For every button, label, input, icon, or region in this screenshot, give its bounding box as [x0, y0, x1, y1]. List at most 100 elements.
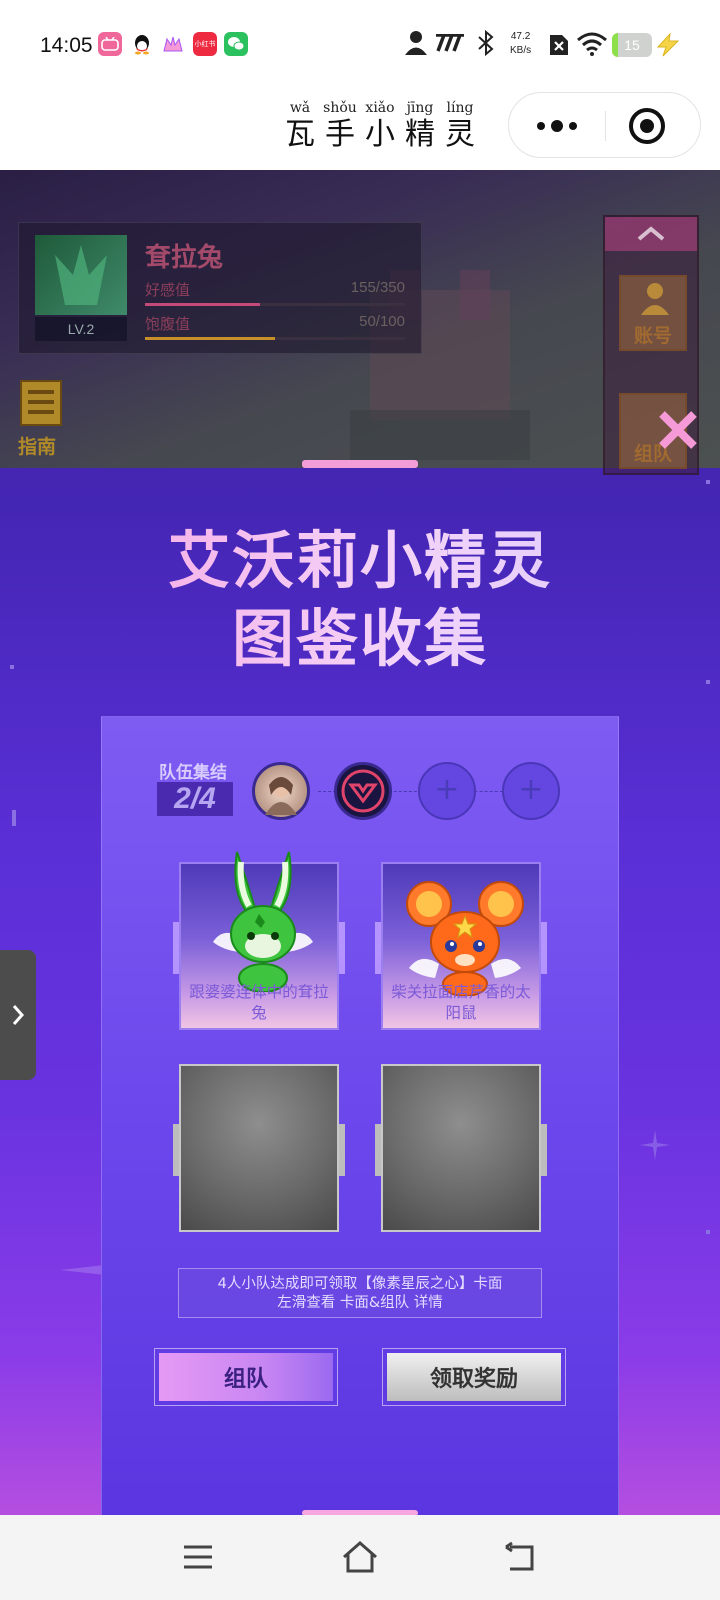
bluetooth-icon — [476, 29, 496, 60]
guide-button[interactable] — [20, 380, 64, 428]
wechat-app-icon — [224, 32, 248, 56]
title-pinyin: shǒu — [323, 100, 357, 116]
menu-icon — [184, 1545, 212, 1569]
guide-label[interactable]: 指南 — [18, 432, 56, 459]
card-bracket — [173, 1124, 179, 1176]
title-pinyin: wǎ — [289, 100, 311, 116]
status-time: 14:05 — [40, 34, 93, 57]
title-pinyin: xiǎo — [365, 100, 395, 116]
back-icon — [505, 1541, 534, 1571]
status-bar: 14:05 小红书 47.2 KB/s 15 — [0, 0, 720, 90]
team-label: 队伍集结 — [159, 763, 227, 783]
title-char: líng 灵 — [440, 100, 480, 152]
satiety-label: 饱腹值 — [145, 315, 191, 333]
recent-apps-button[interactable] — [180, 1539, 216, 1579]
reward-info-line2: 左滑查看 卡面&组队 详情 — [277, 1295, 443, 1311]
network-speed: 47.2 KB/s — [510, 30, 531, 58]
carrier-icon — [434, 33, 466, 56]
card-name: 跟婆婆连体中的耷拉兔 — [189, 983, 329, 1022]
panel-title-line2: 图鉴收集 — [0, 588, 720, 678]
satiety-stat: 饱腹值 50/100 — [145, 313, 405, 340]
valorant-logo-icon — [341, 769, 385, 813]
decor-dot — [12, 810, 16, 826]
collection-card-2[interactable]: 柴关拉面店芹香的太阳鼠 — [375, 862, 547, 1030]
card-bracket — [375, 1124, 381, 1176]
chevron-right-icon — [12, 1005, 25, 1025]
team-up-label: 组队 — [159, 1353, 333, 1401]
team-member-slot-1[interactable] — [252, 762, 310, 820]
decor-dot — [706, 680, 710, 684]
mini-program-title-bar: wǎ 瓦 shǒu 手 xiǎo 小 jīng 精 líng 灵 — [0, 90, 720, 170]
wifi-icon — [576, 32, 608, 60]
collection-card-4-locked[interactable] — [375, 1064, 547, 1232]
satiety-value: 50/100 — [359, 313, 405, 330]
back-button[interactable] — [502, 1539, 538, 1579]
favor-stat: 好感值 155/350 — [145, 279, 405, 306]
title-char: shǒu 手 — [320, 100, 360, 152]
card-name: 柴关拉面店芹香的太阳鼠 — [391, 983, 531, 1022]
card-bracket — [541, 922, 547, 974]
claim-reward-label: 领取奖励 — [387, 1353, 561, 1401]
team-up-button[interactable]: 组队 — [154, 1348, 338, 1406]
account-icon — [641, 283, 669, 315]
title-pinyin: líng — [446, 100, 474, 116]
game-app-icon — [161, 32, 185, 56]
close-panel-button[interactable] — [656, 408, 700, 452]
collection-card-3-locked[interactable] — [173, 1064, 345, 1232]
collapse-menu-button[interactable] — [605, 217, 697, 251]
battery-level: 15 — [624, 37, 640, 53]
close-icon — [659, 411, 697, 449]
panel-title-line1: 艾沃莉小精灵 — [0, 510, 720, 600]
pet-level: LV.2 — [35, 317, 127, 341]
title-hanzi: 小 — [365, 117, 395, 152]
card-bracket — [173, 922, 179, 974]
title-hanzi: 精 — [405, 117, 435, 152]
title-hanzi: 手 — [325, 117, 355, 152]
no-sim-icon — [548, 33, 570, 61]
guide-book-icon — [20, 380, 62, 426]
decor-dot — [706, 480, 710, 484]
game-canvas: LV.2 耷拉兔 好感值 155/350 饱腹值 50/100 指南 账号 组队 — [0, 170, 720, 1515]
droopy-rabbit-sprite — [213, 851, 313, 992]
home-button[interactable] — [340, 1539, 380, 1579]
team-member-slot-3[interactable]: + — [418, 762, 476, 820]
account-label: 账号 — [633, 325, 672, 347]
network-speed-unit: KB/s — [510, 45, 532, 56]
charging-icon — [656, 32, 680, 61]
team-member-slot-2[interactable] — [334, 762, 392, 820]
xiaohongshu-app-icon: 小红书 — [193, 32, 217, 56]
title-pinyin: jīng — [406, 100, 434, 116]
network-speed-value: 47.2 — [510, 31, 531, 42]
reward-info-line1: 4人小队达成即可领取【像素星辰之心】卡面 — [217, 1276, 503, 1292]
satiety-bar — [145, 337, 405, 340]
decor-dot — [706, 1230, 710, 1234]
card-bracket — [339, 922, 345, 974]
capsule-divider — [605, 111, 606, 141]
favor-value: 155/350 — [350, 279, 405, 296]
side-drawer-handle[interactable] — [0, 950, 36, 1080]
satiety-bar-fill — [145, 337, 275, 340]
favor-bar — [145, 303, 405, 306]
sparkle-decoration — [640, 1130, 670, 1160]
pet-name: 耷拉兔 — [145, 243, 224, 273]
qq-app-icon — [130, 32, 154, 56]
title-char: xiǎo 小 — [360, 100, 400, 152]
claim-reward-button[interactable]: 领取奖励 — [382, 1348, 566, 1406]
reward-info-box: 4人小队达成即可领取【像素星辰之心】卡面 左滑查看 卡面&组队 详情 — [178, 1268, 542, 1318]
pet-avatar — [35, 235, 127, 315]
battery-indicator: 15 — [612, 33, 652, 57]
team-member-slot-4[interactable]: + — [502, 762, 560, 820]
title-char: jīng 精 — [400, 100, 440, 152]
panel-top-tab — [302, 460, 418, 468]
home-icon — [343, 1541, 377, 1573]
account-button[interactable]: 账号 — [619, 275, 687, 351]
member-avatar — [265, 777, 297, 815]
bilibili-app-icon — [98, 32, 122, 56]
close-mini-program-button[interactable] — [627, 106, 667, 150]
capsule-menu — [508, 92, 701, 158]
collection-card-1[interactable]: 跟婆婆连体中的耷拉兔 — [173, 851, 345, 1030]
pet-status-card[interactable]: LV.2 耷拉兔 好感值 155/350 饱腹值 50/100 — [18, 222, 422, 354]
more-options-button[interactable] — [535, 115, 579, 141]
title-hanzi: 瓦 — [285, 117, 315, 152]
title-char: wǎ 瓦 — [280, 100, 320, 152]
